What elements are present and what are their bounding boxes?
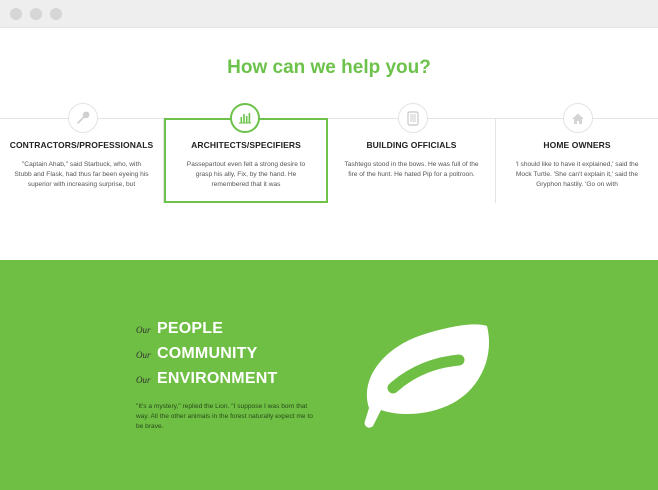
mission-prefix: Our — [136, 350, 151, 360]
mission-item-environment: Our ENVIRONMENT — [136, 370, 277, 392]
mission-band — [0, 260, 658, 490]
mission-item-community: Our COMMUNITY — [136, 345, 257, 367]
mission-prefix: Our — [136, 325, 151, 335]
mission-word: ENVIRONMENT — [157, 370, 278, 387]
mission-quote: "It's a mystery," replied the Lion. "I s… — [136, 403, 313, 430]
card-text: Passepartout even felt a strong desire t… — [186, 161, 306, 188]
window-minimize-dot[interactable] — [30, 8, 42, 20]
card-title: HOME OWNERS — [543, 140, 611, 150]
tablet-icon[interactable] — [398, 103, 428, 133]
card-text: Tashtego stood in the bows. He was full … — [344, 161, 479, 178]
leaf-icon — [355, 318, 495, 435]
wrench-icon[interactable] — [68, 103, 98, 133]
card-text: "Captain Ahab," said Starbuck, who, with… — [14, 161, 149, 188]
section-heading: How can we help you? — [227, 57, 431, 78]
card-title: BUILDING OFFICIALS — [366, 140, 457, 150]
mission-prefix: Our — [136, 375, 151, 385]
bar-chart-icon[interactable] — [230, 103, 260, 133]
mission-word: COMMUNITY — [157, 345, 258, 362]
card-title: CONTRACTORS/PROFESSIONALS — [9, 140, 154, 150]
home-icon[interactable] — [563, 103, 593, 133]
card-text: 'I should like to have it explained,' sa… — [515, 161, 639, 188]
card-title: ARCHITECTS/SPECIFIERS — [191, 140, 301, 150]
mission-word: PEOPLE — [157, 320, 224, 337]
browser-chrome — [0, 0, 658, 28]
window-maximize-dot[interactable] — [50, 8, 62, 20]
window-close-dot[interactable] — [10, 8, 22, 20]
mission-item-people: Our PEOPLE — [136, 320, 223, 342]
